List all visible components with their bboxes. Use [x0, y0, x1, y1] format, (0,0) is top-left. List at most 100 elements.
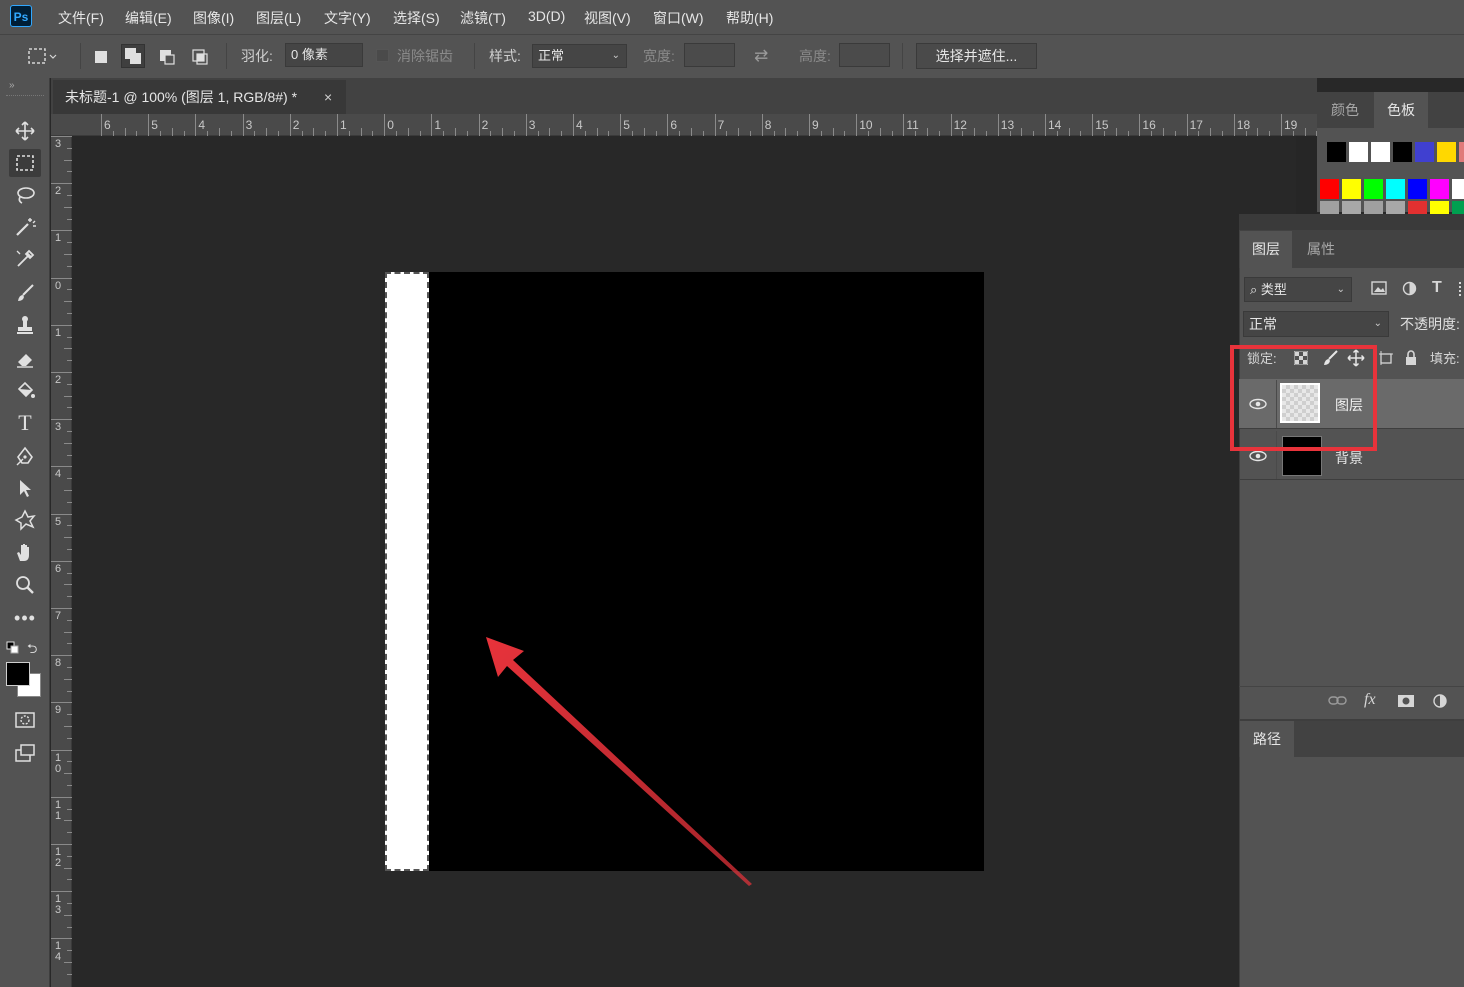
default-colors-button[interactable] — [6, 641, 20, 658]
layer-filter-select[interactable]: ⌕ 类型 ⌄ — [1244, 277, 1352, 302]
style-select[interactable]: 正常 ⌄ — [532, 44, 627, 68]
brush-tool[interactable] — [9, 279, 41, 307]
height-input[interactable] — [839, 43, 890, 67]
type-filter-icon[interactable]: T — [1432, 279, 1442, 297]
ruler-label: 15 — [1095, 118, 1109, 132]
tab-properties[interactable]: 属性 — [1294, 231, 1348, 268]
feather-input[interactable]: 0 像素 — [285, 43, 363, 67]
more-tools[interactable]: ••• — [9, 604, 41, 632]
menu-image[interactable]: 图像(I) — [193, 8, 234, 28]
marquee-tool[interactable] — [9, 149, 41, 177]
color-swatch[interactable] — [1364, 201, 1383, 215]
color-swatch[interactable] — [1386, 201, 1405, 215]
ruler-tick — [997, 114, 999, 136]
menu-select[interactable]: 选择(S) — [393, 8, 440, 28]
magic-wand-tool[interactable] — [9, 213, 41, 241]
color-swatch[interactable] — [1437, 142, 1456, 162]
menu-view[interactable]: 视图(V) — [584, 8, 631, 28]
quick-mask-button[interactable] — [9, 706, 41, 734]
menu-edit[interactable]: 编辑(E) — [125, 8, 172, 28]
menu-filter[interactable]: 滤镜(T) — [460, 8, 506, 28]
lasso-tool[interactable] — [9, 181, 41, 209]
antialias-checkbox[interactable] — [376, 49, 389, 62]
color-swatch[interactable] — [1386, 179, 1405, 199]
ruler-tick — [809, 114, 810, 136]
eraser-tool[interactable] — [9, 345, 41, 373]
custom-shape-tool[interactable] — [9, 506, 41, 534]
ruler-tick — [903, 114, 905, 136]
adjustment-filter-icon[interactable] — [1402, 281, 1417, 299]
ruler-tick — [431, 114, 433, 136]
hand-tool[interactable] — [9, 538, 41, 566]
color-swatch[interactable] — [1408, 179, 1427, 199]
adjustment-layer-icon[interactable] — [1432, 693, 1450, 712]
add-mask-icon[interactable] — [1397, 694, 1415, 711]
menu-type[interactable]: 文字(Y) — [324, 8, 371, 28]
type-icon: T — [18, 410, 32, 435]
type-tool[interactable]: T — [9, 409, 41, 437]
ruler-label: 4 — [54, 468, 62, 481]
divider — [1239, 686, 1464, 687]
menu-3d[interactable]: 3D(D) — [528, 8, 565, 24]
color-swatch[interactable] — [1452, 201, 1464, 215]
document-tab[interactable]: 未标题-1 @ 100% (图层 1, RGB/8#) * — [53, 80, 346, 114]
swap-colors-icon[interactable]: ⮌ — [27, 640, 37, 662]
color-swatch[interactable] — [1342, 201, 1361, 215]
paint-bucket-tool[interactable] — [9, 377, 41, 405]
tab-swatches[interactable]: 色板 — [1374, 92, 1428, 128]
shape-filter-icon[interactable] — [1459, 282, 1464, 296]
color-swatch[interactable] — [1408, 201, 1427, 215]
zoom-tool[interactable] — [9, 571, 41, 599]
eyedropper-tool[interactable] — [9, 245, 41, 273]
color-swatch[interactable] — [1415, 142, 1434, 162]
menu-help[interactable]: 帮助(H) — [726, 8, 773, 28]
screen-mode-button[interactable] — [9, 739, 41, 767]
foreground-color-swatch[interactable] — [6, 662, 30, 686]
color-swatch[interactable] — [1364, 179, 1383, 199]
color-swatch[interactable] — [1371, 142, 1390, 162]
tab-color[interactable]: 颜色 — [1320, 92, 1370, 128]
swap-icon[interactable]: ⇄ — [754, 46, 768, 66]
lock-all-button[interactable] — [1404, 350, 1418, 369]
tool-preset-picker[interactable] — [27, 46, 57, 66]
subtract-selection-button[interactable] — [155, 45, 179, 69]
layer-style-icon[interactable]: fx — [1364, 691, 1376, 709]
collapse-icon[interactable]: » — [9, 80, 15, 91]
lock-artboard-button[interactable] — [1378, 350, 1394, 369]
link-layers-icon[interactable] — [1328, 695, 1348, 710]
color-swatch[interactable] — [1327, 142, 1346, 162]
color-swatch[interactable] — [1430, 179, 1449, 199]
ruler-label: 2 — [481, 118, 489, 132]
add-selection-button[interactable] — [121, 44, 145, 68]
width-input[interactable] — [684, 43, 735, 67]
tab-paths[interactable]: 路径 — [1240, 721, 1294, 757]
ruler-label: 6 — [670, 118, 678, 132]
menu-layer[interactable]: 图层(L) — [256, 8, 301, 28]
blend-mode-select[interactable]: 正常 ⌄ — [1243, 311, 1389, 337]
tab-layers[interactable]: 图层 — [1240, 231, 1292, 268]
path-selection-tool[interactable] — [9, 474, 41, 502]
image-filter-icon[interactable] — [1371, 281, 1387, 299]
color-swatch[interactable] — [1349, 142, 1368, 162]
clone-stamp-tool[interactable] — [9, 311, 41, 339]
new-selection-button[interactable] — [89, 45, 113, 69]
menu-file[interactable]: 文件(F) — [58, 8, 104, 28]
color-swatch[interactable] — [1393, 142, 1412, 162]
ruler-label: 1 1 — [54, 798, 62, 822]
color-swatch[interactable] — [1342, 179, 1361, 199]
color-swatch[interactable] — [1459, 142, 1464, 162]
close-tab-icon[interactable]: × — [324, 80, 332, 114]
color-swatch[interactable] — [1430, 201, 1449, 215]
color-swatch[interactable] — [1452, 179, 1464, 199]
select-and-mask-button[interactable]: 选择并遮住... — [916, 43, 1037, 69]
visibility-eye-icon[interactable] — [1249, 449, 1267, 466]
intersect-selection-button[interactable] — [188, 45, 212, 69]
move-tool[interactable] — [9, 117, 41, 145]
menu-window[interactable]: 窗口(W) — [653, 8, 704, 28]
ruler-minor-tick — [64, 584, 72, 586]
pen-tool[interactable] — [9, 442, 41, 470]
color-swatch[interactable] — [1320, 201, 1339, 215]
stamp-icon — [17, 316, 33, 334]
color-swatch[interactable] — [1320, 179, 1339, 199]
layer-name[interactable]: 背景 — [1335, 448, 1363, 468]
